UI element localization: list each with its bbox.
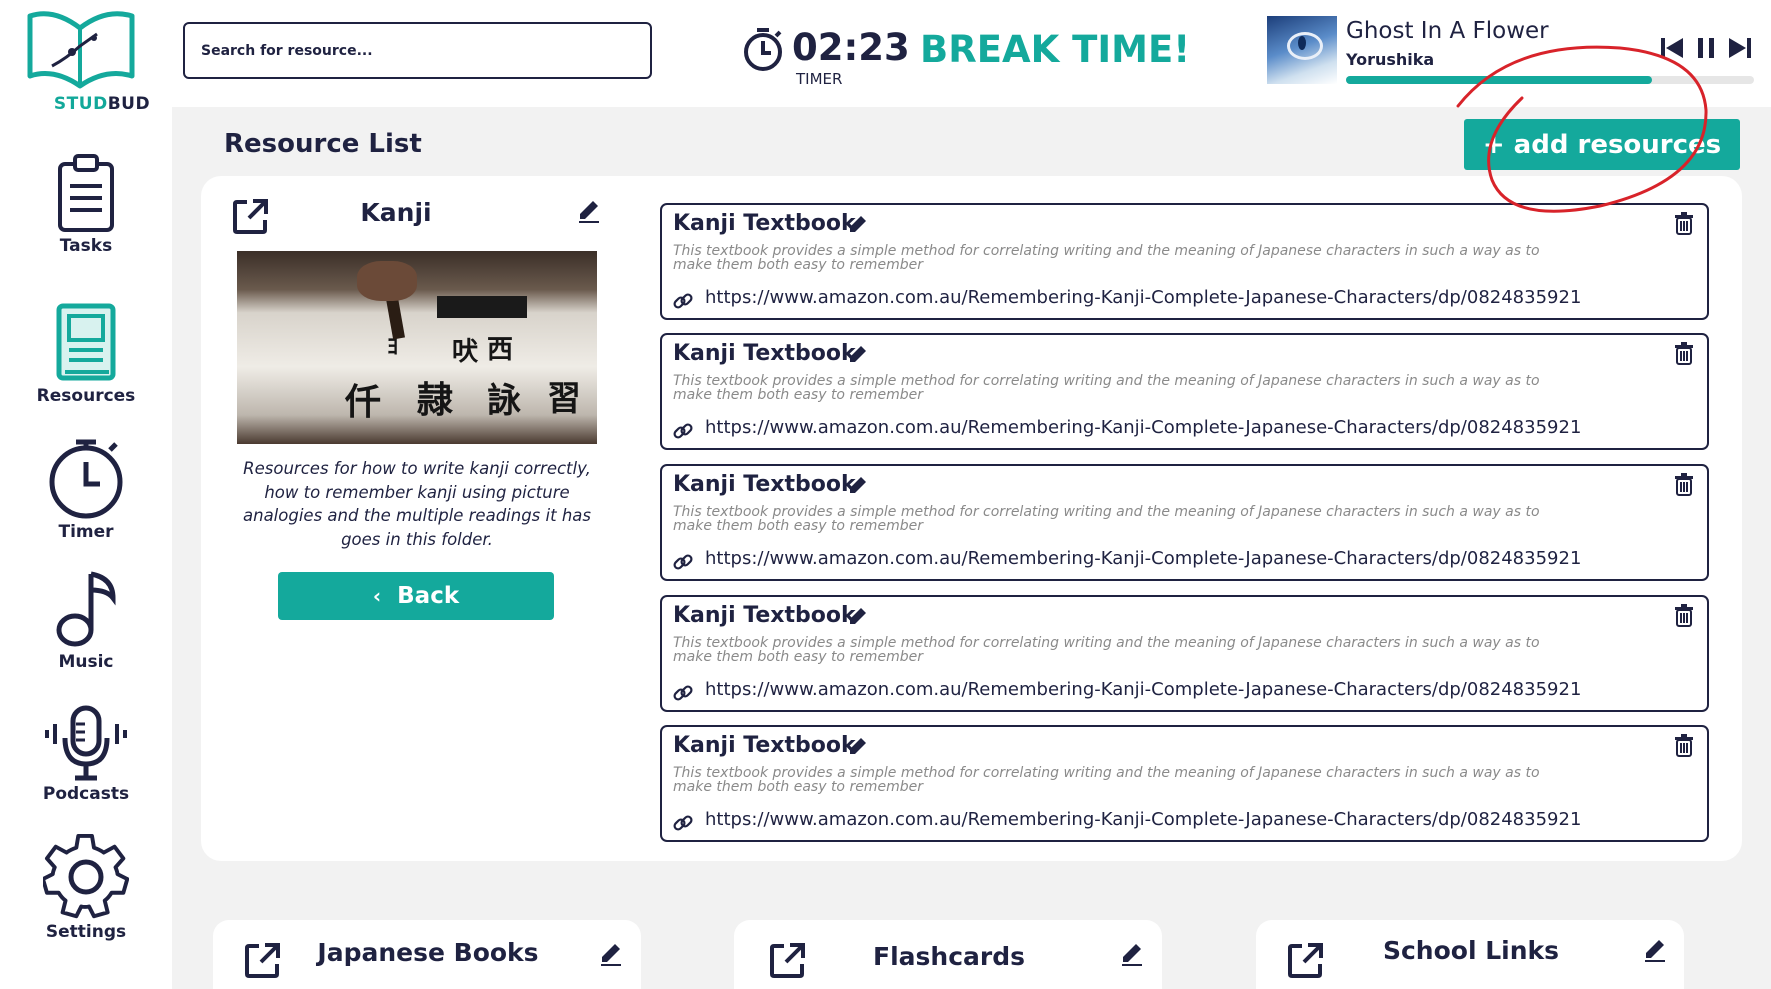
external-link-icon[interactable] [231, 196, 271, 236]
resource-url-link[interactable]: https://www.amazon.com.au/Remembering-Ka… [705, 287, 1581, 308]
external-link-icon[interactable] [768, 940, 808, 980]
pencil-icon[interactable] [849, 215, 867, 233]
music-note-icon [56, 571, 116, 647]
resource-title: Kanji Textbook [673, 472, 856, 497]
trash-icon[interactable] [1674, 341, 1694, 365]
book-icon [56, 303, 116, 381]
logo-text: STUDBUD [22, 94, 182, 114]
resource-item[interactable]: Kanji Textbook This textbook provides a … [660, 203, 1709, 320]
folder-cover-image: 吠 西 ﾖ 仟 隷 詠 習 [237, 251, 597, 444]
sidebar-item-label: Resources [36, 386, 136, 406]
timer-value: 02:23 [792, 26, 910, 69]
sidebar-item-label: Timer [58, 522, 114, 542]
pencil-icon[interactable] [849, 345, 867, 363]
sidebar-item-music[interactable]: Music [0, 568, 172, 672]
resource-item[interactable]: Kanji Textbook This textbook provides a … [660, 725, 1709, 842]
previous-track-icon[interactable] [1660, 36, 1684, 60]
pencil-icon[interactable] [849, 476, 867, 494]
folder-card[interactable]: Flashcards [734, 920, 1162, 989]
link-icon [673, 293, 693, 309]
folder-title: Japanese Books [317, 938, 539, 967]
pencil-icon[interactable] [1121, 942, 1143, 966]
pencil-icon[interactable] [1644, 938, 1666, 962]
resource-title: Kanji Textbook [673, 211, 856, 236]
pencil-icon[interactable] [849, 737, 867, 755]
trash-icon[interactable] [1674, 211, 1694, 235]
folder-title: Kanji [360, 198, 432, 227]
song-artist: Yorushika [1346, 50, 1435, 69]
timer-label: TIMER [796, 70, 843, 88]
page-title: Resource List [224, 129, 422, 159]
stopwatch-icon [49, 439, 123, 519]
next-track-icon[interactable] [1728, 36, 1752, 60]
folder-title: School Links [1382, 936, 1560, 965]
pencil-icon[interactable] [600, 942, 622, 966]
resource-title: Kanji Textbook [673, 341, 856, 366]
song-progress-bar[interactable] [1346, 76, 1754, 84]
link-icon [673, 554, 693, 570]
studbud-logo[interactable]: STUDBUD [22, 6, 150, 114]
break-status: BREAK TIME! [920, 28, 1191, 71]
resource-description: This textbook provides a simple method f… [673, 765, 1540, 795]
back-button[interactable]: ‹ Back [278, 572, 554, 620]
resource-url-link[interactable]: https://www.amazon.com.au/Remembering-Ka… [705, 417, 1581, 438]
album-art [1267, 16, 1337, 84]
link-icon [673, 815, 693, 831]
chevron-left-icon: ‹ [372, 584, 382, 608]
stopwatch-icon [744, 28, 782, 71]
resource-title: Kanji Textbook [673, 733, 856, 758]
folder-card[interactable]: School Links [1256, 920, 1684, 989]
pencil-icon[interactable] [849, 607, 867, 625]
resource-url-link[interactable]: https://www.amazon.com.au/Remembering-Ka… [705, 809, 1581, 830]
resource-item[interactable]: Kanji Textbook This textbook provides a … [660, 464, 1709, 581]
open-book-logo-icon [27, 11, 135, 89]
sidebar-item-podcasts[interactable]: Podcasts [0, 704, 172, 804]
resource-item[interactable]: Kanji Textbook This textbook provides a … [660, 595, 1709, 712]
folder-card[interactable]: Japanese Books [213, 920, 641, 989]
resource-url-link[interactable]: https://www.amazon.com.au/Remembering-Ka… [705, 679, 1581, 700]
external-link-icon[interactable] [1286, 940, 1326, 980]
sidebar: STUDBUD Tasks Resources Timer Music Podc… [0, 0, 172, 989]
song-progress-fill [1346, 76, 1652, 84]
sidebar-item-settings[interactable]: Settings [0, 834, 172, 942]
sidebar-item-label: Tasks [59, 236, 113, 256]
link-icon [673, 423, 693, 439]
external-link-icon[interactable] [243, 940, 283, 980]
sidebar-item-label: Settings [45, 922, 127, 942]
pause-icon[interactable] [1696, 36, 1716, 60]
folder-title: Flashcards [873, 942, 1025, 971]
trash-icon[interactable] [1674, 603, 1694, 627]
sidebar-item-label: Music [58, 652, 114, 672]
resource-description: This textbook provides a simple method f… [673, 635, 1540, 665]
sidebar-item-resources[interactable]: Resources [0, 302, 172, 406]
song-title: Ghost In A Flower [1346, 18, 1549, 44]
resource-item[interactable]: Kanji Textbook This textbook provides a … [660, 333, 1709, 450]
sidebar-item-label: Podcasts [42, 784, 130, 804]
resource-description: This textbook provides a simple method f… [673, 243, 1540, 273]
sidebar-item-timer[interactable]: Timer [0, 436, 172, 542]
microphone-icon [45, 705, 127, 781]
back-button-label: Back [397, 583, 460, 609]
pencil-icon[interactable] [578, 199, 600, 223]
logo-text-bud: BUD [107, 94, 151, 114]
add-resources-button[interactable]: + add resources [1464, 119, 1740, 170]
sidebar-item-tasks[interactable]: Tasks [0, 152, 172, 256]
trash-icon[interactable] [1674, 472, 1694, 496]
resource-title: Kanji Textbook [673, 603, 856, 628]
resource-description: This textbook provides a simple method f… [673, 373, 1540, 403]
resource-url-link[interactable]: https://www.amazon.com.au/Remembering-Ka… [705, 548, 1581, 569]
resource-description: This textbook provides a simple method f… [673, 504, 1540, 534]
search-input[interactable] [183, 22, 652, 79]
trash-icon[interactable] [1674, 733, 1694, 757]
link-icon [673, 685, 693, 701]
gear-icon [43, 834, 129, 919]
folder-description: Resources for how to write kanji correct… [243, 459, 591, 549]
logo-text-stud: STUD [53, 94, 108, 114]
clipboard-icon [58, 154, 114, 232]
